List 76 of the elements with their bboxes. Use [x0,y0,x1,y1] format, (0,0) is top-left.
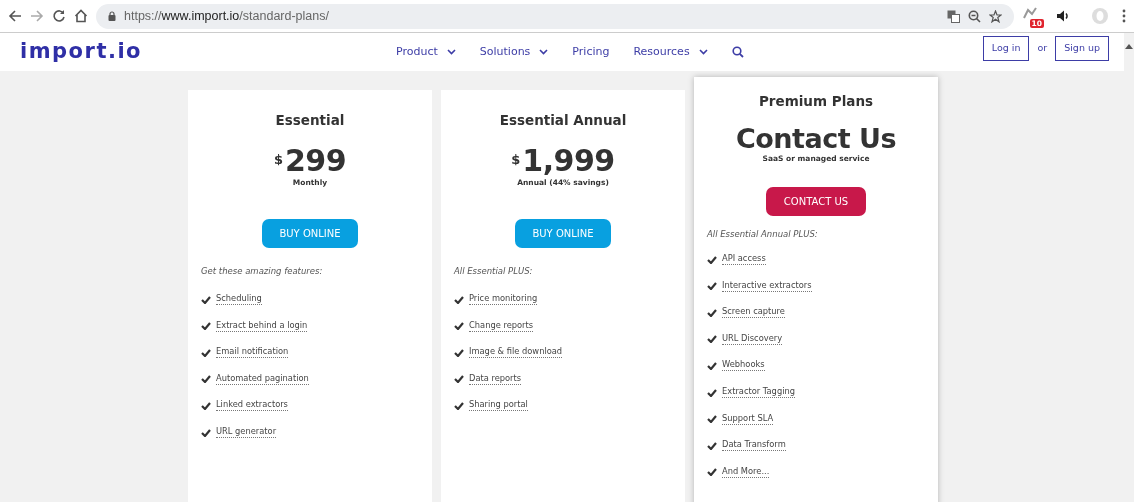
check-icon [707,308,717,317]
check-icon [454,295,464,304]
chevron-down-icon [446,49,456,55]
address-bar[interactable]: https://www.import.io/standard-plans/ [96,3,1014,29]
signup-button[interactable]: Sign up [1055,36,1109,61]
contact-button[interactable]: CONTACT US [766,186,866,216]
feature-link[interactable]: Linked extractors [216,400,288,412]
plan-title: Premium Plans [758,92,874,111]
feature-link[interactable]: URL generator [216,427,277,438]
feature-link[interactable]: Data reports [469,373,522,385]
star-icon[interactable] [989,9,1002,23]
check-icon [707,468,717,477]
nav-menu-item[interactable]: Pricing [572,43,610,61]
or-text: or [1037,41,1048,56]
url-text: https://www.import.io/standard-plans/ [124,7,329,25]
features-intro: Get these amazing features: [201,264,323,278]
check-icon [201,348,211,357]
feature-link[interactable]: API access [722,254,766,265]
check-icon [707,361,717,370]
reload-icon[interactable] [52,9,66,23]
plan-price: 1,999 [522,146,615,177]
feature-link[interactable]: Support SLA [722,413,774,425]
chevron-down-icon [539,49,549,55]
check-icon [201,322,211,331]
check-icon [707,255,717,264]
feature-link[interactable]: Image & file download [469,347,563,359]
feature-link[interactable]: And More... [722,466,770,478]
login-button[interactable]: Log in [982,36,1030,61]
nav-menu-item[interactable]: Solutions [479,43,549,61]
feature-link[interactable]: Automated pagination [216,373,309,385]
currency-symbol: $ [511,153,521,167]
currency-symbol: $ [273,153,283,167]
nav-menu-item[interactable]: Product [396,43,456,61]
plan-title: Essential Annual [499,111,627,130]
check-icon [454,322,464,331]
plan-price: Contact Us [736,125,896,153]
search-icon[interactable] [731,46,744,58]
features-intro: All Essential PLUS: [454,264,533,278]
more-icon[interactable] [1122,9,1126,23]
feature-link[interactable]: Email notification [216,347,289,359]
feature-link[interactable]: Interactive extractors [722,280,812,292]
feature-link[interactable]: Price monitoring [469,294,538,305]
check-icon [201,428,211,437]
feature-link[interactable]: Data Transform [722,440,786,452]
feature-link[interactable]: Screen capture [722,307,785,319]
check-icon [707,388,717,397]
check-icon [707,415,717,424]
plan-price: 299 [284,146,347,177]
feature-link[interactable]: Extract behind a login [216,320,308,332]
feature-link[interactable]: Webhooks [722,360,765,372]
zoom-out-icon[interactable] [968,9,981,23]
check-icon [707,282,717,291]
nav-menu-item[interactable]: Resources [633,43,708,61]
plan-title: Essential [275,111,345,130]
check-icon [707,441,717,450]
features-intro: All Essential Annual PLUS: [707,227,818,241]
feature-link[interactable]: URL Discovery [722,333,783,345]
check-icon [454,348,464,357]
speaker-icon[interactable] [1056,9,1070,23]
scroll-up-icon[interactable] [1125,43,1133,49]
feature-link[interactable]: Scheduling [216,294,262,305]
check-icon [201,401,211,410]
lock-icon [108,11,116,21]
home-icon[interactable] [74,9,88,23]
check-icon [454,375,464,384]
feature-link[interactable]: Extractor Tagging [722,387,795,398]
back-icon[interactable] [8,9,22,23]
logo[interactable]: import.io [20,36,143,68]
check-icon [201,295,211,304]
check-icon [201,375,211,384]
feature-link[interactable]: Sharing portal [469,400,528,412]
translate-icon[interactable] [947,9,960,23]
feature-link[interactable]: Change reports [469,320,534,332]
check-icon [454,401,464,410]
chevron-down-icon [698,49,708,55]
check-icon [707,335,717,344]
